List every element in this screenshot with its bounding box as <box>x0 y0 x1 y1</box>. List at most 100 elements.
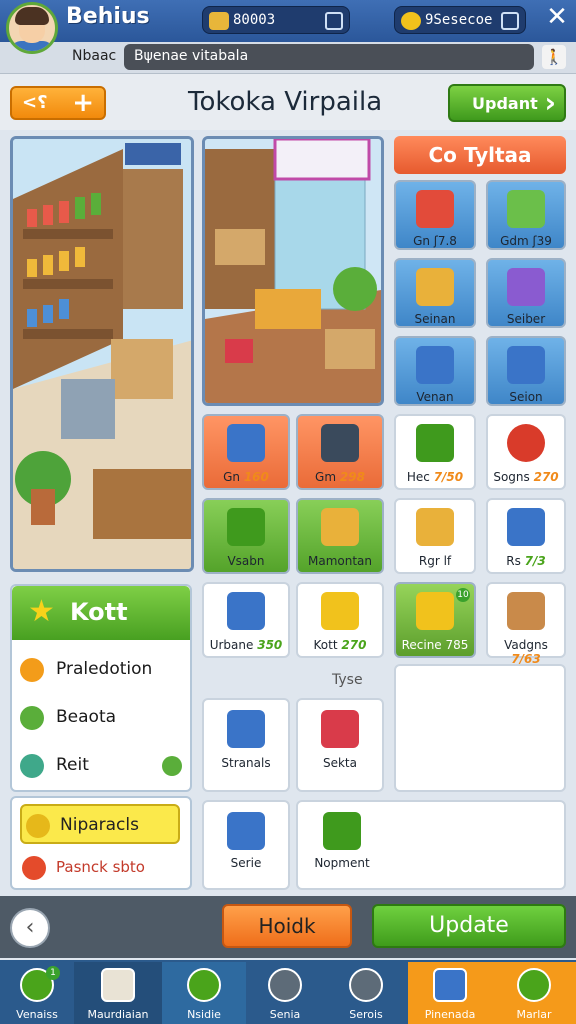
gold-coin-icon <box>26 814 50 838</box>
item-tile[interactable]: Urbane 350 <box>202 582 290 658</box>
back-label: <⸮ <box>22 92 48 113</box>
item-label: Gm <box>315 470 337 484</box>
green-box-icon <box>323 812 361 850</box>
hand-icon <box>187 968 221 1002</box>
cardboard-box-icon <box>507 592 545 630</box>
nav-item[interactable]: Maurdiaian <box>74 962 162 1024</box>
list-item[interactable]: Reit <box>20 746 182 784</box>
blue-crate-icon <box>227 424 265 462</box>
back-button[interactable]: ‹ <box>10 908 50 948</box>
item-tile[interactable]: Seinan <box>394 258 476 328</box>
update-top-button[interactable]: Updant › <box>448 84 566 122</box>
player-avatar[interactable] <box>6 2 58 54</box>
box-icon <box>416 268 454 306</box>
nav-label: Nsidie <box>187 1008 221 1021</box>
gems-counter[interactable]: 9Sesecoe <box>394 6 526 34</box>
leaf-icon <box>162 756 182 776</box>
nav-item[interactable]: Nsidie <box>162 962 246 1024</box>
item-tile[interactable]: Serie <box>202 800 290 890</box>
teal-dot-icon <box>20 754 44 778</box>
orange-dot-icon <box>20 658 44 682</box>
berries-icon <box>507 424 545 462</box>
nav-badge: 1 <box>46 966 60 980</box>
item-label: Sekta <box>322 756 357 770</box>
back-add-button[interactable]: <⸮ + <box>10 86 106 120</box>
item-price: 160 <box>243 470 269 484</box>
item-label: Seinan <box>414 312 456 326</box>
passnick-link[interactable]: Pasnck sbto <box>56 858 145 876</box>
item-label: Recine <box>401 638 442 652</box>
hold-button[interactable]: Hoidk <box>222 904 352 948</box>
list-item-label: Reit <box>56 755 89 775</box>
item-tile[interactable]: Vsabn <box>202 498 290 574</box>
item-price: 298 <box>339 470 365 484</box>
item-tile[interactable]: Rs 7/3 <box>486 498 566 574</box>
nav-label: Marlar <box>516 1008 552 1021</box>
update-top-label: Updant <box>472 94 538 113</box>
item-tile[interactable]: 10 Recine 785 <box>394 582 476 658</box>
item-price: 270 <box>341 638 367 652</box>
red-machine-icon <box>416 190 454 228</box>
handheld-icon <box>507 190 545 228</box>
item-tile[interactable]: Stranals <box>202 698 290 792</box>
store-fridge-illustration <box>205 139 381 403</box>
item-price: 785 <box>445 638 469 652</box>
gold-coin-icon <box>401 12 421 30</box>
coins-value: 80003 <box>233 12 276 28</box>
list-item[interactable]: Praledotion <box>20 650 182 688</box>
bag-icon <box>507 346 545 384</box>
item-label: Venan <box>416 390 454 404</box>
item-label: Nopment <box>314 856 370 870</box>
item-tile[interactable]: Seion <box>486 336 566 406</box>
item-tile[interactable]: Sekta <box>296 698 384 792</box>
nav-item[interactable]: 1 Venaiss <box>0 962 74 1024</box>
nav-item[interactable]: Senia <box>246 962 324 1024</box>
item-tile[interactable]: Venan <box>394 336 476 406</box>
item-tile[interactable]: Seiber <box>486 258 566 328</box>
nav-item[interactable]: Serois <box>324 962 408 1024</box>
nav-label: Senia <box>269 1008 301 1021</box>
blue-device-icon <box>227 710 265 748</box>
category-tab[interactable]: Co Tyltaa <box>394 136 566 174</box>
item-label: Vadgns <box>504 638 548 652</box>
close-icon[interactable]: ✕ <box>542 2 572 32</box>
nav-label: Maurdiaian <box>87 1008 149 1021</box>
item-tile[interactable]: Gn 160 <box>202 414 290 490</box>
item-tile[interactable]: Kott 270 <box>296 582 384 658</box>
blue-box-icon <box>227 592 265 630</box>
store-scene-mid[interactable] <box>202 136 384 406</box>
shop-name-input[interactable]: Bψenae vitabala <box>124 44 534 70</box>
add-coins-icon[interactable] <box>325 12 343 30</box>
item-tile[interactable]: Gm 298 <box>296 414 384 490</box>
walk-icon[interactable]: 🚶 <box>542 45 566 69</box>
list-item[interactable]: Beaota <box>20 698 182 736</box>
item-tile[interactable]: Nopment <box>296 800 566 890</box>
item-label: Sogns <box>493 470 530 484</box>
nav-item[interactable]: Marlar <box>492 962 576 1024</box>
notepad-icon <box>101 968 135 1002</box>
gold-crate-icon <box>416 508 454 546</box>
item-label: Hec <box>406 470 430 484</box>
item-label: Urbane <box>209 638 254 652</box>
item-tile[interactable]: Gn ʃ7.8 <box>394 180 476 250</box>
target-icon <box>268 968 302 1002</box>
coins-counter[interactable]: 80003 <box>202 6 350 34</box>
item-label: Serie <box>230 856 262 870</box>
shop-bag-icon <box>433 968 467 1002</box>
item-label: Mamontan <box>307 554 372 568</box>
item-tile[interactable]: Mamontan <box>296 498 384 574</box>
update-button[interactable]: Update <box>372 904 566 948</box>
item-tile[interactable]: Rgr lf <box>394 498 476 574</box>
store-scene-left[interactable] <box>10 136 194 572</box>
add-gems-icon[interactable] <box>501 12 519 30</box>
item-tile[interactable]: Hec 7/50 <box>394 414 476 490</box>
nav-item-active[interactable]: Pinenada <box>408 962 492 1024</box>
purple-box-icon <box>507 268 545 306</box>
item-tile[interactable]: Vadgns 7/63 <box>486 582 566 666</box>
type-label: Tyse <box>332 672 363 688</box>
phone-icon <box>321 424 359 462</box>
item-tile[interactable]: Gdm ʃ39 <box>486 180 566 250</box>
gems-value: 9Sesecoe <box>425 12 493 28</box>
item-price: 350 <box>257 638 283 652</box>
item-tile[interactable]: Sogns 270 <box>486 414 566 490</box>
